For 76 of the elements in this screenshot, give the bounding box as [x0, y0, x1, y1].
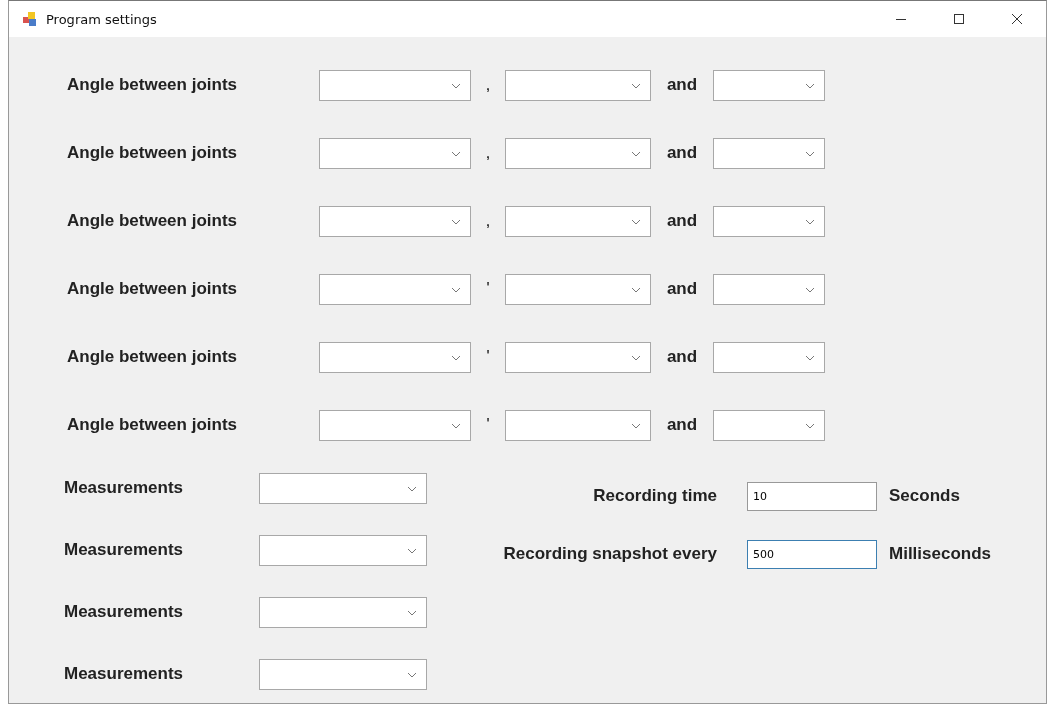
row-label: Angle between joints [66, 347, 239, 367]
chevron-down-icon [451, 82, 461, 89]
separator-text: , [484, 212, 492, 230]
row-label: Measurements [63, 602, 185, 622]
conjunction-text: and [665, 143, 699, 163]
conjunction-text: and [665, 75, 699, 95]
row-label: Angle between joints [66, 415, 239, 435]
separator-text: ' [485, 348, 491, 366]
dropdown[interactable] [319, 137, 471, 169]
conjunction-text: and [665, 415, 699, 435]
dropdown[interactable] [505, 205, 651, 237]
chevron-down-icon [407, 485, 417, 492]
chevron-down-icon [407, 671, 417, 678]
chevron-down-icon [631, 354, 641, 361]
chevron-down-icon [451, 218, 461, 225]
dropdown[interactable] [319, 341, 471, 373]
chevron-down-icon [805, 422, 815, 429]
close-icon [1011, 13, 1023, 25]
dropdown[interactable] [319, 205, 471, 237]
chevron-down-icon [805, 218, 815, 225]
chevron-down-icon [631, 82, 641, 89]
dropdown[interactable] [505, 409, 651, 441]
dropdown[interactable] [505, 273, 651, 305]
dropdown[interactable] [713, 341, 825, 373]
chevron-down-icon [805, 354, 815, 361]
dropdown[interactable] [319, 409, 471, 441]
row-label: Angle between joints [66, 211, 239, 231]
chevron-down-icon [451, 286, 461, 293]
chevron-down-icon [451, 150, 461, 157]
dropdown[interactable] [319, 69, 471, 101]
app-icon [23, 11, 39, 27]
chevron-down-icon [451, 422, 461, 429]
dropdown[interactable] [505, 137, 651, 169]
input-field[interactable]: 500 [747, 539, 877, 569]
chevron-down-icon [407, 609, 417, 616]
row-label: Measurements [63, 540, 185, 560]
chevron-down-icon [631, 422, 641, 429]
dropdown[interactable] [713, 409, 825, 441]
separator-text: , [484, 144, 492, 162]
separator-text: ' [485, 416, 491, 434]
unit-label: Milliseconds [889, 544, 992, 564]
unit-label: Seconds [889, 486, 960, 506]
conjunction-text: and [665, 279, 699, 299]
row-label: Measurements [63, 478, 185, 498]
dropdown[interactable] [259, 658, 427, 690]
chevron-down-icon [631, 286, 641, 293]
chevron-down-icon [407, 547, 417, 554]
chevron-down-icon [451, 354, 461, 361]
input-field[interactable]: 10 [747, 481, 877, 511]
row-label: Angle between joints [66, 279, 239, 299]
dropdown[interactable] [505, 69, 651, 101]
dropdown[interactable] [713, 205, 825, 237]
chevron-down-icon [805, 286, 815, 293]
chevron-down-icon [805, 150, 815, 157]
dropdown[interactable] [713, 137, 825, 169]
conjunction-text: and [665, 211, 699, 231]
separator-text: , [484, 76, 492, 94]
chevron-down-icon [631, 150, 641, 157]
dropdown[interactable] [505, 341, 651, 373]
dropdown[interactable] [319, 273, 471, 305]
dropdown[interactable] [259, 534, 427, 566]
field-label: Recording time [592, 486, 717, 506]
row-label: Measurements [63, 664, 185, 684]
separator-text: ' [485, 280, 491, 298]
dropdown[interactable] [713, 273, 825, 305]
dropdown[interactable] [713, 69, 825, 101]
row-label: Angle between joints [66, 75, 239, 95]
window-title: Program settings [46, 11, 157, 27]
row-label: Angle between joints [66, 143, 239, 163]
dropdown[interactable] [259, 596, 427, 628]
field-label: Recording snapshot every [502, 544, 717, 564]
chevron-down-icon [631, 218, 641, 225]
conjunction-text: and [665, 347, 699, 367]
dropdown[interactable] [259, 472, 427, 504]
maximize-icon [953, 13, 965, 25]
chevron-down-icon [805, 82, 815, 89]
